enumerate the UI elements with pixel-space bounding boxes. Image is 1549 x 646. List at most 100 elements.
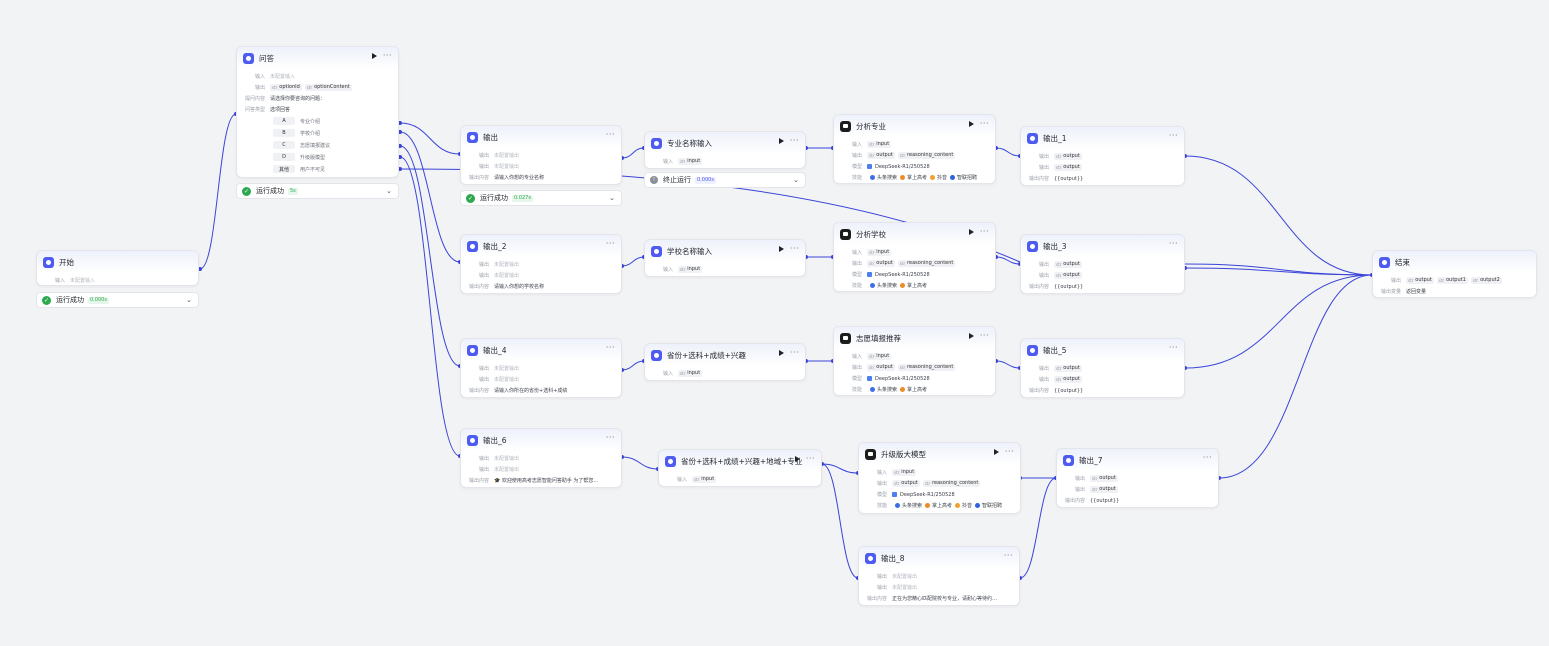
chip-text: output — [876, 260, 893, 266]
more-icon[interactable]: ··· — [606, 344, 615, 352]
node-output-3[interactable]: 输出_3 ··· 输出 str output 输出 str output 输出内容 {{ou… — [1020, 234, 1185, 294]
run-icon[interactable] — [968, 333, 974, 339]
input-node-icon — [651, 349, 662, 361]
node-qa[interactable]: 问答 ··· 输入 未配置输入 输出 str optionId str optionCon… — [236, 46, 399, 178]
run-icon[interactable] — [794, 456, 800, 462]
node-start[interactable]: 开始 输入 未配置输入 — [36, 250, 199, 286]
node-output[interactable]: 输出 ··· 输出 未配置输出 输出 未配置输出 输出内容 请输入你想的专业名称 — [460, 125, 622, 185]
more-icon[interactable]: ··· — [806, 455, 815, 463]
node-output-5[interactable]: 输出_5 ··· 输出 str output 输出 str output 输出内容 {{ou… — [1020, 338, 1185, 398]
more-icon[interactable]: ··· — [790, 137, 799, 145]
more-icon[interactable]: ··· — [980, 332, 989, 340]
more-icon[interactable]: ··· — [606, 131, 615, 139]
node-output-1[interactable]: 输出_1 ··· 输出 str output 输出 str output 输出内容 {{ou… — [1020, 126, 1185, 186]
chip-text: reasoning_content — [907, 364, 954, 370]
chip-text: output — [1063, 261, 1080, 267]
more-icon[interactable]: ··· — [980, 120, 989, 128]
run-icon[interactable] — [778, 138, 784, 144]
option-text: 用户不可见 — [300, 166, 326, 173]
skill-name: 智联招聘 — [982, 503, 1003, 509]
chip-text: output — [1099, 486, 1116, 492]
node-llm-school[interactable]: 分析学校 ··· 输入 str input 输出 str output str reasoni… — [833, 222, 996, 292]
option-key: D — [273, 153, 295, 161]
more-icon[interactable]: ··· — [1169, 240, 1178, 248]
node-title: 输出_2 — [483, 241, 507, 251]
field-value: 未配置输出 — [494, 456, 520, 462]
more-icon[interactable]: ··· — [606, 240, 615, 248]
field-label: 输入 — [662, 159, 673, 165]
more-icon[interactable]: ··· — [1005, 448, 1014, 456]
status-start[interactable]: ✓ 运行成功 0.000s ⌄ — [36, 292, 199, 308]
run-icon[interactable] — [968, 229, 974, 235]
node-output-7[interactable]: 输出_7 ··· 输出 str output 输出 str output 输出内容 {{ou… — [1056, 448, 1219, 508]
option-row: B 学校介绍 — [243, 127, 392, 139]
option-text: 志愿填报建议 — [300, 142, 331, 149]
more-icon[interactable]: ··· — [790, 245, 799, 253]
field-label: 输出内容 — [866, 596, 887, 602]
more-icon[interactable]: ··· — [606, 434, 615, 442]
node-title: 分析学校 — [856, 229, 886, 239]
more-icon[interactable]: ··· — [790, 349, 799, 357]
output-node-icon — [1027, 344, 1038, 356]
node-title: 分析专业 — [856, 121, 886, 131]
field-value: 返回变量 — [1406, 289, 1427, 295]
more-icon[interactable]: ··· — [1004, 552, 1013, 560]
more-icon[interactable]: ··· — [1169, 132, 1178, 140]
field-value: 选项回答 — [270, 107, 291, 113]
node-output-6[interactable]: 输出_6 ··· 输出 未配置输出 输出 未配置输出 输出内容 🎓 欢迎使用高考志愿智能… — [460, 428, 622, 488]
skill-name: 掌上高考 — [907, 283, 928, 289]
node-output-4[interactable]: 输出_4 ··· 输出 未配置输出 输出 未配置输出 输出内容 请输入你所在的省份+选科… — [460, 338, 622, 398]
field-label: 输出 — [1074, 487, 1085, 493]
output-chip: str output — [892, 480, 920, 487]
zhilian-skill-icon — [950, 175, 956, 180]
more-icon[interactable]: ··· — [980, 228, 989, 236]
run-icon[interactable] — [993, 449, 999, 455]
llm-node-icon — [840, 120, 851, 132]
output-chip: str output — [1054, 261, 1082, 268]
output-chip: str reasoning_content — [922, 480, 981, 487]
chip-type: str — [1056, 165, 1062, 170]
more-icon[interactable]: ··· — [1169, 344, 1178, 352]
field-value: 未配置输出 — [494, 467, 520, 473]
node-llm-upgrade[interactable]: 升级版大模型 ··· 输入 str input 输出 str output str reaso… — [858, 442, 1021, 514]
field-label: 输出 — [851, 261, 862, 267]
node-output-2[interactable]: 输出_2 ··· 输出 未配置输出 输出 未配置输出 输出内容 请输入你想的学校名称 — [460, 234, 622, 294]
chevron-down-icon[interactable]: ⌄ — [386, 187, 392, 195]
node-title: 开始 — [59, 257, 74, 267]
more-icon[interactable]: ··· — [1203, 454, 1212, 462]
node-llm-advice[interactable]: 志愿填报推荐 ··· 输入 str input 输出 str output str reaso… — [833, 326, 996, 396]
status-input-major[interactable]: ! 终止运行 0.000s ⌄ — [644, 172, 806, 188]
node-llm-major[interactable]: 分析专业 ··· 输入 str input 输出 str output str reasoni… — [833, 114, 996, 184]
chip-type: str — [1056, 262, 1062, 267]
chevron-down-icon[interactable]: ⌄ — [186, 296, 192, 304]
run-icon[interactable] — [968, 121, 974, 127]
chip-text: optionId — [279, 84, 300, 90]
run-icon[interactable] — [371, 53, 377, 59]
output-node-icon — [1063, 454, 1074, 466]
node-input-school[interactable]: 学校名称输入 ··· 输入 str input — [644, 239, 806, 277]
option-row: D 升级版模型 — [243, 151, 392, 163]
chip-type: str — [1438, 278, 1445, 283]
output-chip: str output — [1054, 272, 1082, 279]
status-output[interactable]: ✓ 运行成功 0.027s ⌄ — [460, 190, 622, 206]
more-icon[interactable]: ··· — [383, 52, 392, 60]
output-chip: str output — [1054, 153, 1082, 160]
input-node-icon — [651, 245, 662, 257]
node-title: 省份+选科+成绩+兴趣 — [667, 350, 746, 360]
llm-node-icon — [840, 332, 851, 344]
node-input-major[interactable]: 专业名称输入 ··· 输入 str input — [644, 131, 806, 169]
field-label: 模型 — [851, 164, 862, 170]
run-icon[interactable] — [778, 246, 784, 252]
chevron-down-icon[interactable]: ⌄ — [793, 176, 799, 184]
field-label: 输入 — [851, 142, 862, 148]
node-end[interactable]: 结束 输出 str output str output1 str output2 输出变量返… — [1372, 250, 1537, 298]
run-icon[interactable] — [778, 350, 784, 356]
node-input-full[interactable]: 省份+选科+成绩+兴趣+地域+专业 ··· 输入 str input — [658, 449, 822, 487]
node-output-8[interactable]: 输出_8 ··· 输出 未配置输出 输出 未配置输出 输出内容 正在为您精心匹配院校与专… — [858, 546, 1020, 606]
chip-type: str — [894, 470, 900, 475]
chevron-down-icon[interactable]: ⌄ — [609, 194, 615, 202]
status-qa[interactable]: ✓ 运行成功 5s ⌄ — [236, 183, 399, 199]
node-title: 专业名称输入 — [667, 138, 712, 148]
node-input-province[interactable]: 省份+选科+成绩+兴趣 ··· 输入 str input — [644, 343, 806, 381]
node-title: 志愿填报推荐 — [856, 333, 901, 343]
